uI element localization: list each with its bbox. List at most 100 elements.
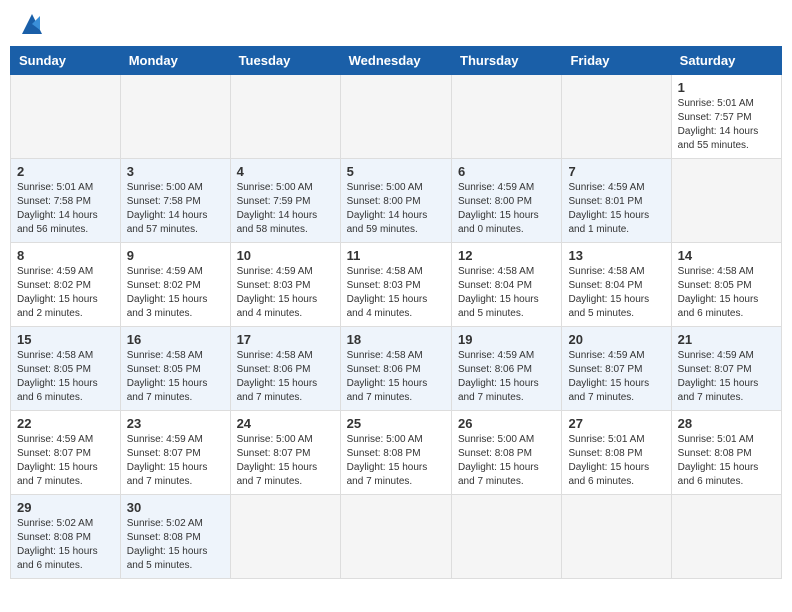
calendar-empty-cell bbox=[562, 75, 671, 159]
calendar-day-cell: 13Sunrise: 4:58 AMSunset: 8:04 PMDayligh… bbox=[562, 243, 671, 327]
day-info: Sunrise: 4:58 AMSunset: 8:05 PMDaylight:… bbox=[127, 349, 224, 405]
calendar-day-cell: 30 Sunrise: 5:02 AMSunset: 8:08 PMDayligh… bbox=[120, 495, 230, 579]
day-info: Sunrise: 4:58 AMSunset: 8:05 PMDaylight:… bbox=[17, 349, 114, 405]
day-number: 18 bbox=[347, 332, 445, 347]
calendar-week-row: 1 Sunrise: 5:01 AMSunset: 7:57 PMDaylight… bbox=[11, 75, 782, 159]
day-number: 29 bbox=[17, 500, 114, 515]
day-info: Sunrise: 4:58 AMSunset: 8:04 PMDaylight:… bbox=[458, 265, 555, 321]
calendar-empty-cell bbox=[340, 75, 451, 159]
day-info: Sunrise: 4:58 AMSunset: 8:03 PMDaylight:… bbox=[347, 265, 445, 321]
header-wednesday: Wednesday bbox=[340, 47, 451, 75]
day-info: Sunrise: 5:01 AMSunset: 8:08 PMDaylight:… bbox=[568, 433, 664, 489]
day-number: 12 bbox=[458, 248, 555, 263]
calendar-day-cell: 18 Sunrise: 4:58 AMSunset: 8:06 PMDayligh… bbox=[340, 327, 451, 411]
calendar-empty-cell bbox=[230, 75, 340, 159]
day-number: 28 bbox=[678, 416, 775, 431]
day-info: Sunrise: 4:59 AMSunset: 8:03 PMDaylight:… bbox=[237, 265, 334, 321]
day-info: Sunrise: 5:00 AMSunset: 8:07 PMDaylight:… bbox=[237, 433, 334, 489]
day-info: Sunrise: 5:01 AMSunset: 7:57 PMDaylight:… bbox=[678, 97, 775, 153]
day-info: Sunrise: 4:58 AMSunset: 8:04 PMDaylight:… bbox=[568, 265, 664, 321]
day-number: 14 bbox=[678, 248, 775, 263]
calendar-week-row: 29 Sunrise: 5:02 AMSunset: 8:08 PMDayligh… bbox=[11, 495, 782, 579]
calendar-day-cell: 2Sunrise: 5:01 AMSunset: 7:58 PMDaylight… bbox=[11, 159, 121, 243]
day-info: Sunrise: 4:59 AMSunset: 8:07 PMDaylight:… bbox=[127, 433, 224, 489]
calendar-empty-cell bbox=[452, 495, 562, 579]
day-info: Sunrise: 5:01 AMSunset: 8:08 PMDaylight:… bbox=[678, 433, 775, 489]
calendar-week-row: 22 Sunrise: 4:59 AMSunset: 8:07 PMDayligh… bbox=[11, 411, 782, 495]
day-number: 8 bbox=[17, 248, 114, 263]
calendar-empty-cell bbox=[340, 495, 451, 579]
calendar-day-cell: 26 Sunrise: 5:00 AMSunset: 8:08 PMDayligh… bbox=[452, 411, 562, 495]
day-number: 26 bbox=[458, 416, 555, 431]
day-number: 30 bbox=[127, 500, 224, 515]
page-header bbox=[10, 10, 782, 38]
day-number: 10 bbox=[237, 248, 334, 263]
logo bbox=[14, 10, 46, 38]
header-sunday: Sunday bbox=[11, 47, 121, 75]
calendar-day-cell: 19 Sunrise: 4:59 AMSunset: 8:06 PMDayligh… bbox=[452, 327, 562, 411]
calendar-empty-cell bbox=[671, 495, 781, 579]
day-info: Sunrise: 5:00 AMSunset: 7:59 PMDaylight:… bbox=[237, 181, 334, 237]
header-thursday: Thursday bbox=[452, 47, 562, 75]
day-info: Sunrise: 5:00 AMSunset: 7:58 PMDaylight:… bbox=[127, 181, 224, 237]
day-number: 3 bbox=[127, 164, 224, 179]
day-info: Sunrise: 4:59 AMSunset: 8:06 PMDaylight:… bbox=[458, 349, 555, 405]
day-info: Sunrise: 4:59 AMSunset: 8:07 PMDaylight:… bbox=[678, 349, 775, 405]
day-number: 2 bbox=[17, 164, 114, 179]
calendar-day-cell: 16 Sunrise: 4:58 AMSunset: 8:05 PMDayligh… bbox=[120, 327, 230, 411]
calendar-day-cell: 23 Sunrise: 4:59 AMSunset: 8:07 PMDayligh… bbox=[120, 411, 230, 495]
day-number: 17 bbox=[237, 332, 334, 347]
day-info: Sunrise: 4:59 AMSunset: 8:00 PMDaylight:… bbox=[458, 181, 555, 237]
day-info: Sunrise: 5:00 AMSunset: 8:08 PMDaylight:… bbox=[458, 433, 555, 489]
day-number: 25 bbox=[347, 416, 445, 431]
day-number: 27 bbox=[568, 416, 664, 431]
day-number: 1 bbox=[678, 80, 775, 95]
calendar-day-cell: 24 Sunrise: 5:00 AMSunset: 8:07 PMDayligh… bbox=[230, 411, 340, 495]
calendar-header-row: SundayMondayTuesdayWednesdayThursdayFrid… bbox=[11, 47, 782, 75]
day-info: Sunrise: 4:58 AMSunset: 8:06 PMDaylight:… bbox=[237, 349, 334, 405]
day-number: 15 bbox=[17, 332, 114, 347]
calendar-empty-cell bbox=[562, 495, 671, 579]
calendar-table: SundayMondayTuesdayWednesdayThursdayFrid… bbox=[10, 46, 782, 579]
day-number: 24 bbox=[237, 416, 334, 431]
calendar-day-cell: 17 Sunrise: 4:58 AMSunset: 8:06 PMDayligh… bbox=[230, 327, 340, 411]
calendar-day-cell: 8 Sunrise: 4:59 AMSunset: 8:02 PMDaylight… bbox=[11, 243, 121, 327]
day-info: Sunrise: 4:58 AMSunset: 8:06 PMDaylight:… bbox=[347, 349, 445, 405]
calendar-day-cell: 25 Sunrise: 5:00 AMSunset: 8:08 PMDayligh… bbox=[340, 411, 451, 495]
calendar-week-row: 15 Sunrise: 4:58 AMSunset: 8:05 PMDayligh… bbox=[11, 327, 782, 411]
calendar-day-cell: 15 Sunrise: 4:58 AMSunset: 8:05 PMDayligh… bbox=[11, 327, 121, 411]
day-info: Sunrise: 4:59 AMSunset: 8:02 PMDaylight:… bbox=[17, 265, 114, 321]
calendar-empty-cell bbox=[120, 75, 230, 159]
day-number: 23 bbox=[127, 416, 224, 431]
calendar-empty-cell bbox=[230, 495, 340, 579]
day-number: 22 bbox=[17, 416, 114, 431]
header-tuesday: Tuesday bbox=[230, 47, 340, 75]
day-number: 5 bbox=[347, 164, 445, 179]
calendar-day-cell: 7Sunrise: 4:59 AMSunset: 8:01 PMDaylight… bbox=[562, 159, 671, 243]
calendar-day-cell: 9Sunrise: 4:59 AMSunset: 8:02 PMDaylight… bbox=[120, 243, 230, 327]
day-info: Sunrise: 5:00 AMSunset: 8:08 PMDaylight:… bbox=[347, 433, 445, 489]
calendar-day-cell: 22Sunrise: 4:59 AMSunset: 8:07 PMDayligh… bbox=[11, 411, 121, 495]
day-info: Sunrise: 4:59 AMSunset: 8:02 PMDaylight:… bbox=[127, 265, 224, 321]
calendar-day-cell: 27 Sunrise: 5:01 AMSunset: 8:08 PMDayligh… bbox=[562, 411, 671, 495]
day-number: 19 bbox=[458, 332, 555, 347]
day-info: Sunrise: 5:02 AMSunset: 8:08 PMDaylight:… bbox=[17, 517, 114, 573]
calendar-day-cell: 20 Sunrise: 4:59 AMSunset: 8:07 PMDayligh… bbox=[562, 327, 671, 411]
calendar-day-cell: 6Sunrise: 4:59 AMSunset: 8:00 PMDaylight… bbox=[452, 159, 562, 243]
day-number: 11 bbox=[347, 248, 445, 263]
calendar-empty-cell bbox=[671, 159, 781, 243]
calendar-day-cell: 10 Sunrise: 4:59 AMSunset: 8:03 PMDayligh… bbox=[230, 243, 340, 327]
calendar-day-cell: 12 Sunrise: 4:58 AMSunset: 8:04 PMDayligh… bbox=[452, 243, 562, 327]
calendar-day-cell: 29 Sunrise: 5:02 AMSunset: 8:08 PMDayligh… bbox=[11, 495, 121, 579]
day-info: Sunrise: 5:02 AMSunset: 8:08 PMDaylight:… bbox=[127, 517, 224, 573]
day-info: Sunrise: 4:59 AMSunset: 8:07 PMDaylight:… bbox=[568, 349, 664, 405]
day-number: 16 bbox=[127, 332, 224, 347]
calendar-day-cell: 28 Sunrise: 5:01 AMSunset: 8:08 PMDayligh… bbox=[671, 411, 781, 495]
day-info: Sunrise: 4:58 AMSunset: 8:05 PMDaylight:… bbox=[678, 265, 775, 321]
calendar-empty-cell bbox=[11, 75, 121, 159]
day-info: Sunrise: 4:59 AMSunset: 8:01 PMDaylight:… bbox=[568, 181, 664, 237]
day-number: 20 bbox=[568, 332, 664, 347]
calendar-day-cell: 11 Sunrise: 4:58 AMSunset: 8:03 PMDayligh… bbox=[340, 243, 451, 327]
calendar-day-cell: 3 Sunrise: 5:00 AMSunset: 7:58 PMDaylight… bbox=[120, 159, 230, 243]
header-friday: Friday bbox=[562, 47, 671, 75]
